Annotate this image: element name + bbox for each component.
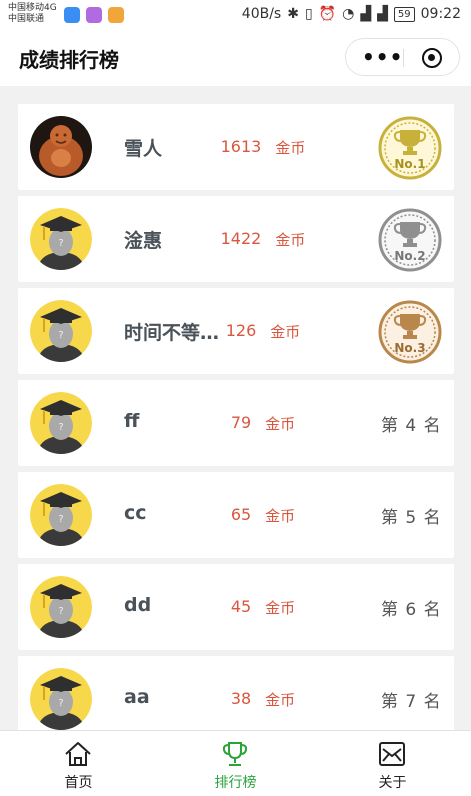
score-value: 79 <box>230 413 252 432</box>
ranking-row[interactable]: 雪人 1613 金币 No.1 <box>18 104 454 190</box>
score-unit: 金币 <box>265 691 296 709</box>
avatar: ? <box>30 668 92 730</box>
ranking-row[interactable]: ? cc 65 金币 第 5 名 <box>18 472 454 558</box>
status-bar: 中国移动4G 中国联通 40B/s ✱ ▯ ⏰ ◔ ▟ ▟ 59 09:22 <box>0 0 471 30</box>
score-value: 126 <box>225 321 257 340</box>
carrier-info: 中国移动4G 中国联通 <box>8 3 57 25</box>
signal-g-icon: ▟ <box>377 6 388 22</box>
player-score: 126 金币 <box>218 321 308 342</box>
rank-label: 第 5 名 <box>381 508 442 528</box>
ranking-row[interactable]: ? dd 45 金币 第 6 名 <box>18 564 454 650</box>
score-unit: 金币 <box>265 415 296 433</box>
avatar: ? <box>30 576 92 638</box>
notification-icons <box>64 7 124 23</box>
svg-text:?: ? <box>58 238 63 249</box>
bronze-medal-icon: No.3 <box>378 300 442 364</box>
avatar: ? <box>30 392 92 454</box>
score-unit: 金币 <box>265 599 296 617</box>
player-score: 1613 金币 <box>218 137 308 158</box>
tab-ranking-label: 排行榜 <box>214 775 257 791</box>
tab-home[interactable]: 首页 <box>0 731 157 796</box>
title-bar: 成绩排行榜 ••• <box>0 30 471 86</box>
score-value: 38 <box>230 689 252 708</box>
score-value: 1613 <box>220 137 262 156</box>
player-score: 45 金币 <box>218 597 308 618</box>
ranking-row[interactable]: ? 淦惠 1422 金币 No.2 <box>18 196 454 282</box>
medal-label: No.2 <box>394 249 425 263</box>
rank-label: 第 6 名 <box>381 600 442 620</box>
avatar: ? <box>30 208 92 270</box>
ranking-row[interactable]: ? ff 79 金币 第 4 名 <box>18 380 454 466</box>
score-unit: 金币 <box>275 231 306 249</box>
battery-indicator: 59 <box>393 6 415 22</box>
silver-medal-icon: No.2 <box>378 208 442 272</box>
rank-label: 第 7 名 <box>381 692 442 712</box>
ranking-row[interactable]: ? aa 38 金币 第 7 名 <box>18 656 454 730</box>
signal-4g-icon: ▟ <box>360 6 372 22</box>
score-value: 1422 <box>220 229 262 248</box>
svg-text:?: ? <box>58 330 63 341</box>
player-score: 1422 金币 <box>218 229 308 250</box>
tab-about[interactable]: 关于 <box>314 731 471 796</box>
home-icon <box>65 742 91 766</box>
svg-text:?: ? <box>58 698 63 709</box>
alarm-icon: ⏰ <box>318 6 337 22</box>
network-speed: 40B/s <box>241 6 282 22</box>
rank-label: 第 4 名 <box>381 416 442 436</box>
avatar <box>30 116 92 178</box>
more-menu-icon[interactable]: ••• <box>362 45 403 69</box>
ranking-list[interactable]: 雪人 1613 金币 No.1 ? 淦惠 1422 金币 No.2 ? 时间不等… <box>0 86 471 730</box>
score-unit: 金币 <box>265 507 296 525</box>
medal-label: No.3 <box>394 341 425 355</box>
score-unit: 金币 <box>270 323 301 341</box>
player-score: 38 金币 <box>218 689 308 710</box>
avatar: ? <box>30 300 92 362</box>
svg-text:?: ? <box>58 606 63 617</box>
svg-text:?: ? <box>58 422 63 433</box>
mail-icon <box>379 742 405 766</box>
bluetooth-icon: ✱ <box>287 6 299 22</box>
avatar: ? <box>30 484 92 546</box>
gold-medal-icon: No.1 <box>378 116 442 180</box>
score-value: 65 <box>230 505 252 524</box>
trophy-icon <box>222 742 248 766</box>
gallery-app-icon <box>86 7 102 23</box>
clock: 09:22 <box>420 6 461 22</box>
player-score: 79 金币 <box>218 413 308 434</box>
score-value: 45 <box>230 597 252 616</box>
capsule-divider <box>403 49 404 67</box>
svg-text:?: ? <box>58 514 63 525</box>
close-miniprogram-icon[interactable] <box>422 48 442 68</box>
carrier-2: 中国联通 <box>8 14 45 24</box>
bottom-tab-bar: 首页 排行榜 关于 <box>0 730 471 796</box>
status-right: 40B/s ✱ ▯ ⏰ ◔ ▟ ▟ 59 09:22 <box>242 6 461 22</box>
tab-ranking[interactable]: 排行榜 <box>157 731 314 796</box>
tab-about-label: 关于 <box>378 775 407 791</box>
vibrate-icon: ▯ <box>304 6 313 22</box>
score-unit: 金币 <box>275 139 306 157</box>
player-score: 65 金币 <box>218 505 308 526</box>
miniprogram-capsule: ••• <box>345 38 460 76</box>
carrier-1: 中国移动4G <box>8 3 57 13</box>
page-title: 成绩排行榜 <box>19 48 119 72</box>
game-app-icon <box>108 7 124 23</box>
medal-label: No.1 <box>394 157 425 171</box>
wifi-icon: ◔ <box>342 6 355 22</box>
ranking-row[interactable]: ? 时间不等… 126 金币 No.3 <box>18 288 454 374</box>
tab-home-label: 首页 <box>64 775 93 791</box>
weather-app-icon <box>64 7 80 23</box>
